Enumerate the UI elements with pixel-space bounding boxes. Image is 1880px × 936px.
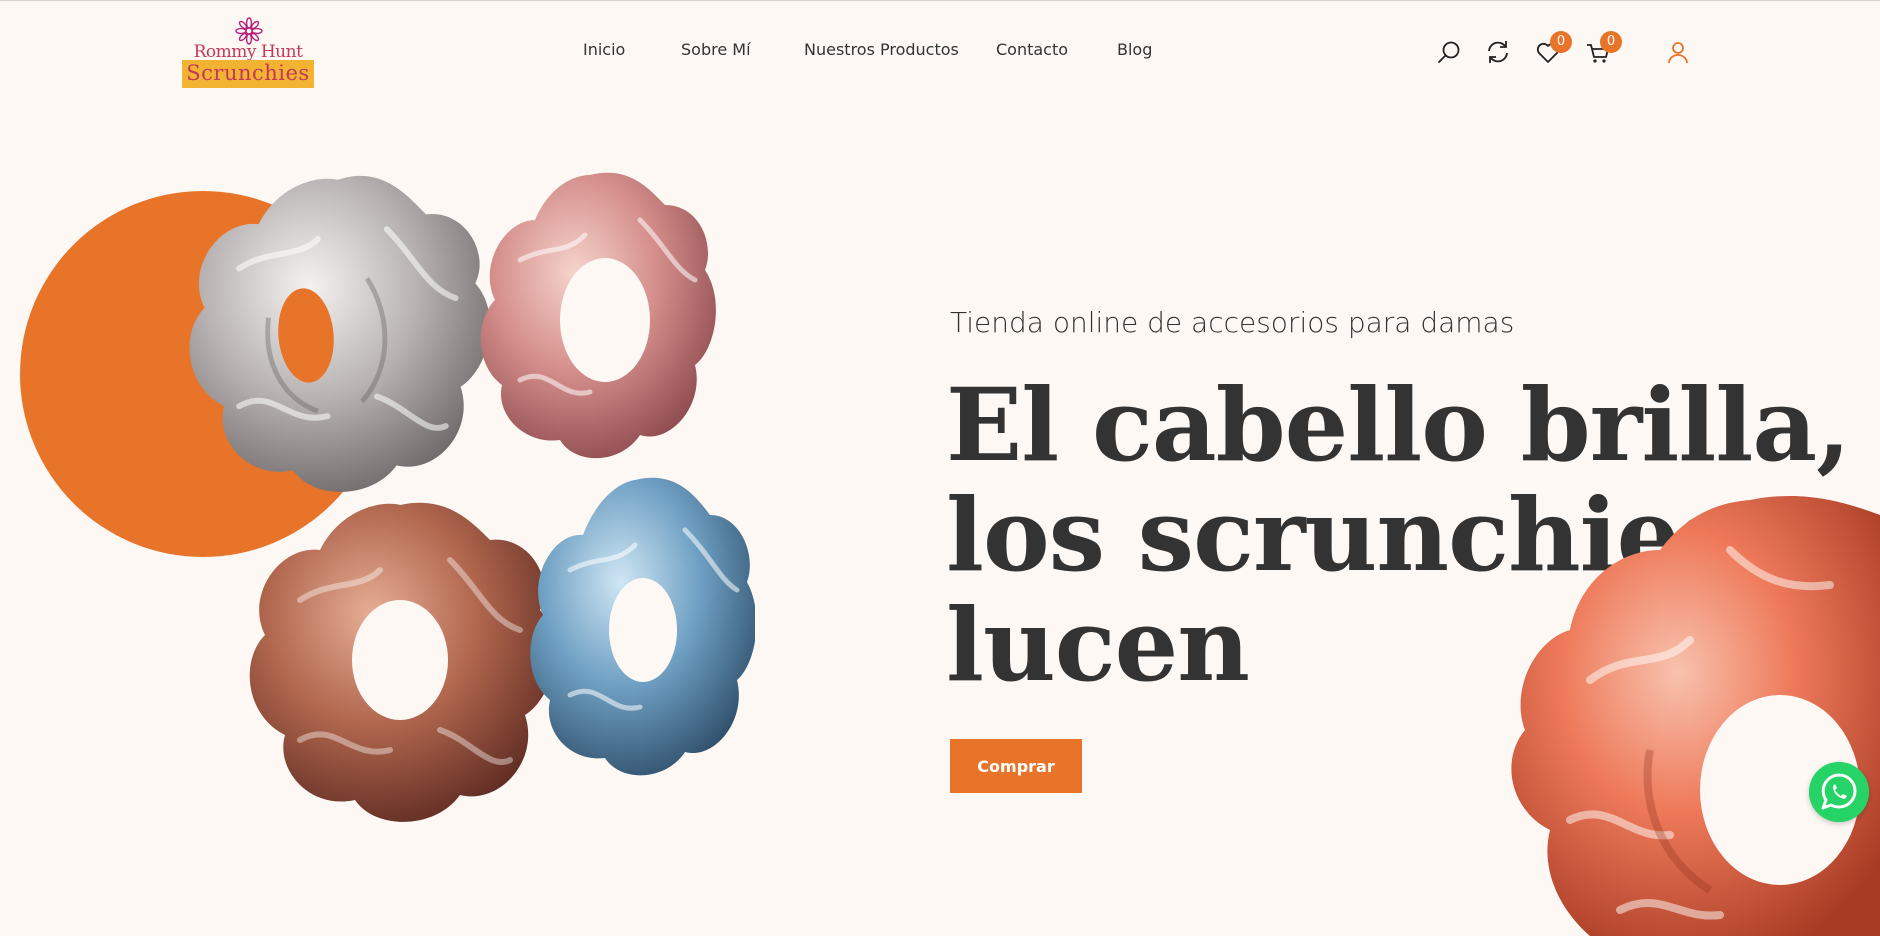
nav-item-nuestros-productos[interactable]: Nuestros Productos [804, 40, 959, 59]
site-header: Rommy Hunt Scrunchies Inicio Sobre Mí Nu… [0, 0, 1880, 100]
nav-item-contacto[interactable]: Contacto [996, 40, 1068, 59]
search-icon[interactable] [1436, 39, 1462, 65]
site-logo[interactable]: Rommy Hunt Scrunchies [182, 16, 314, 88]
scrunchie-silver-image [180, 160, 495, 505]
nav-item-inicio[interactable]: Inicio [583, 40, 625, 59]
scrunchie-coral-image [1500, 490, 1880, 936]
scrunchie-copper-image [240, 490, 560, 830]
nav-item-blog[interactable]: Blog [1117, 40, 1152, 59]
logo-name: Rommy Hunt [193, 42, 303, 62]
comprar-button[interactable]: Comprar [950, 739, 1082, 793]
whatsapp-icon[interactable] [1809, 762, 1869, 822]
nav-item-sobre-mi[interactable]: Sobre Mí [681, 40, 751, 59]
wishlist-count-badge: 0 [1550, 31, 1572, 53]
hero-image [0, 90, 780, 850]
hero-headline-line-1: El cabello brilla, [946, 366, 1851, 484]
scrunchie-pink-image [470, 160, 720, 472]
refresh-icon[interactable] [1485, 39, 1511, 65]
hero-subtitle: Tienda online de accesorios para damas [950, 306, 1515, 339]
user-icon[interactable] [1665, 40, 1691, 66]
logo-wordmark: Scrunchies [186, 61, 310, 85]
cart-count-badge: 0 [1600, 31, 1622, 53]
whatsapp-button[interactable] [1809, 762, 1869, 822]
scrunchie-blue-image [525, 470, 755, 790]
